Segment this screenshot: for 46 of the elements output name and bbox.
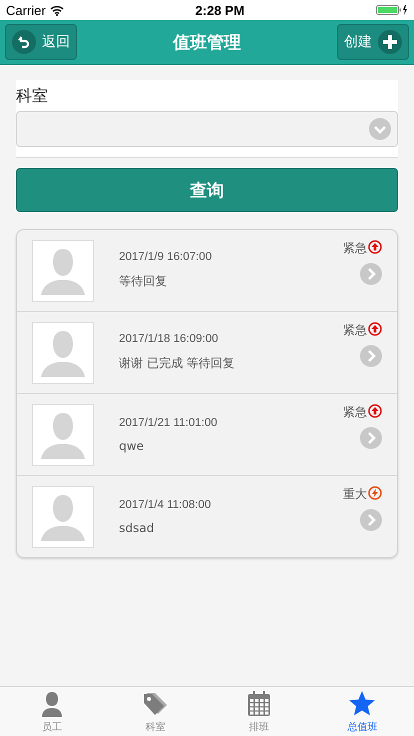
chevron-right-icon [360, 509, 382, 531]
create-button[interactable]: 创建 [337, 24, 409, 60]
chevron-right-icon [360, 345, 382, 367]
duty-message: 谢谢 已完成 等待回复 [119, 355, 236, 372]
query-button[interactable]: 查询 [16, 168, 398, 212]
chevron-down-icon [368, 117, 392, 141]
tab-bar-item[interactable]: 员工 [0, 687, 104, 736]
lightning-icon [368, 486, 382, 500]
chevron-right-icon [360, 427, 382, 449]
duty-time: 2017/1/18 16:09:00 [119, 333, 220, 345]
arrow-up-icon [368, 240, 382, 254]
battery-icon [376, 4, 408, 16]
avatar-icon [32, 486, 94, 548]
duty-list-item[interactable]: 2017/1/4 11:08:00 sdsad 重大 [17, 475, 397, 557]
duty-time: 2017/1/4 11:08:00 [119, 498, 212, 510]
duty-list-item[interactable]: 2017/1/9 16:07:00 等待回复 紧急 [17, 230, 397, 311]
duty-time: 2017/1/9 16:07:00 [119, 251, 213, 263]
page-title: 值班管理 [173, 32, 241, 54]
tab-bar-item[interactable]: 总值班 [310, 687, 414, 736]
avatar-icon [32, 322, 94, 384]
tab-bar-item[interactable]: 科室 [104, 687, 207, 736]
chevron-right-icon [360, 263, 382, 285]
avatar-icon [32, 240, 94, 302]
duty-message: 等待回复 [119, 273, 168, 290]
duty-time: 2017/1/21 11:01:00 [119, 416, 218, 428]
carrier-label: Carrier [6, 2, 46, 18]
tab-bar-item[interactable]: 排班 [207, 687, 310, 736]
wifi-icon [50, 4, 64, 16]
avatar-icon [32, 404, 94, 466]
back-icon [12, 30, 36, 54]
priority-label: 重大 [343, 486, 367, 503]
arrow-up-icon [368, 404, 382, 418]
duty-message: sdsad [119, 520, 156, 534]
priority-label: 紧急 [343, 322, 367, 339]
clock-time: 2:28 PM [195, 2, 244, 18]
back-button[interactable]: 返回 [5, 24, 77, 60]
priority-label: 紧急 [343, 240, 367, 257]
plus-icon [378, 30, 402, 54]
duty-message: qwe [119, 438, 145, 452]
duty-list-item[interactable]: 2017/1/18 16:09:00 谢谢 已完成 等待回复 紧急 [17, 311, 397, 393]
duty-list-item[interactable]: 2017/1/21 11:01:00 qwe 紧急 [17, 393, 397, 475]
arrow-up-icon [368, 322, 382, 336]
priority-label: 紧急 [343, 404, 367, 421]
department-label: 科室 [16, 86, 49, 107]
department-select[interactable] [16, 111, 398, 147]
star-icon [348, 690, 376, 718]
